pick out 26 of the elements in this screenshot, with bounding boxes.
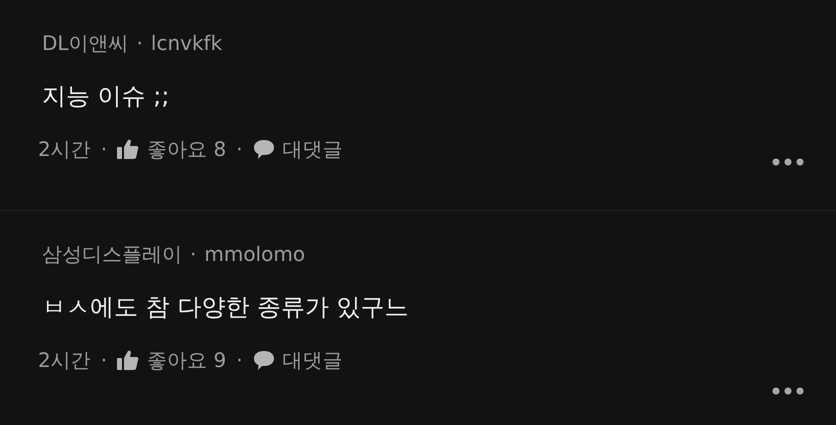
thumbs-up-icon xyxy=(117,350,140,370)
author-nickname: lcnvkfk xyxy=(150,31,222,55)
author-affiliation: DL이앤씨 xyxy=(42,30,129,56)
comment-time: 2시간 xyxy=(38,136,91,162)
reply-button[interactable]: 대댓글 xyxy=(252,136,343,162)
speech-bubble-icon xyxy=(252,139,275,159)
comment-text: ㅂㅅ에도 참 다양한 종류가 있구느 xyxy=(42,292,410,323)
author-affiliation: 삼성디스플레이 xyxy=(42,240,182,268)
like-button[interactable]: 좋아요 8 xyxy=(117,136,226,162)
separator-dot: · xyxy=(236,137,243,161)
comment-text: 지능 이슈 ;; xyxy=(42,81,170,112)
separator-dot: · xyxy=(136,31,143,55)
more-icon xyxy=(772,387,804,395)
like-button[interactable]: 좋아요 9 xyxy=(117,346,226,374)
speech-bubble-icon xyxy=(252,350,275,370)
thumbs-up-icon xyxy=(117,139,140,159)
comment-time: 2시간 xyxy=(38,346,91,374)
author-nickname: mmolomo xyxy=(204,242,306,266)
separator-dot: · xyxy=(236,348,243,372)
more-button[interactable] xyxy=(772,158,804,166)
reply-button[interactable]: 대댓글 xyxy=(252,346,343,374)
separator-dot: · xyxy=(100,348,108,372)
more-icon xyxy=(772,158,804,166)
more-button[interactable] xyxy=(772,387,804,395)
separator-dot: · xyxy=(100,137,108,161)
separator-dot: · xyxy=(190,242,196,266)
